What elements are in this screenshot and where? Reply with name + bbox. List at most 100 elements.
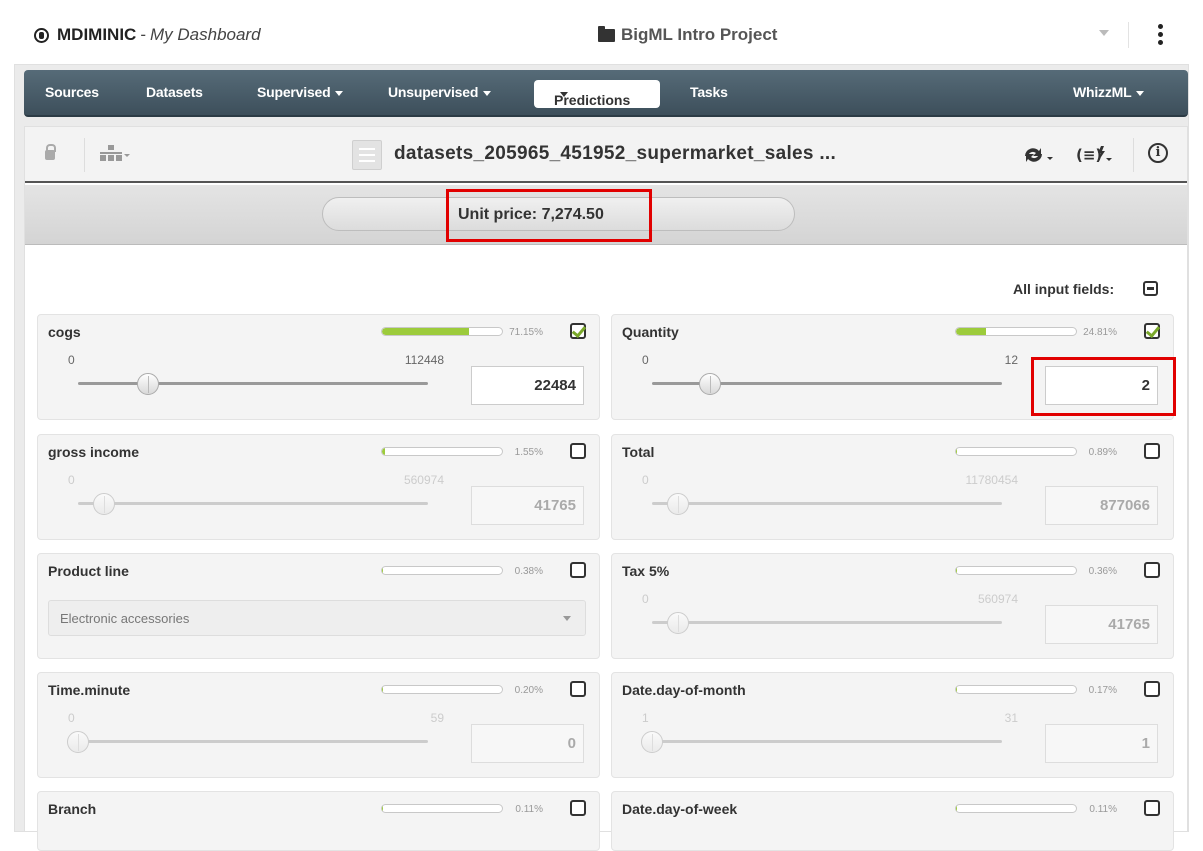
field-name: Time.minute <box>48 682 131 698</box>
importance-percent: 24.81% <box>1083 327 1117 338</box>
nav-datasets[interactable]: Datasets <box>146 84 203 100</box>
project-name: BigML Intro Project <box>621 25 778 44</box>
slider-min: 0 <box>642 592 649 606</box>
field-name: Product line <box>48 563 129 579</box>
field-value-input[interactable]: 877066 <box>1045 486 1158 525</box>
importance-bar <box>381 566 503 575</box>
field-card-product-line: Product line 0.38% Electronic accessories <box>37 553 600 659</box>
slider-track[interactable] <box>652 740 1002 743</box>
slider-min: 1 <box>642 711 649 725</box>
refresh-icon[interactable] <box>1022 144 1056 171</box>
field-value-input[interactable]: 0 <box>471 724 584 763</box>
chevron-down-icon <box>1136 90 1145 96</box>
slider-handle[interactable] <box>67 731 89 753</box>
field-name: Total <box>622 444 655 460</box>
collapse-all-fields-icon[interactable] <box>1143 281 1158 296</box>
slider-track[interactable] <box>78 740 428 743</box>
importance-percent: 0.17% <box>1088 685 1117 696</box>
field-value-input[interactable]: 41765 <box>471 486 584 525</box>
importance-percent: 0.11% <box>515 804 543 815</box>
field-card-gross-income: gross income 1.55% 0 560974 41765 <box>37 434 600 540</box>
nav-tasks[interactable]: Tasks <box>690 84 728 100</box>
user-icon <box>34 27 49 43</box>
divider <box>1133 138 1134 172</box>
importance-percent: 71.15% <box>509 327 543 338</box>
dataset-icon <box>352 140 382 170</box>
dataset-title[interactable]: datasets_205965_451952_supermarket_sales… <box>394 143 836 165</box>
field-card-tax-5: Tax 5% 0.36% 0 560974 41765 <box>611 553 1174 659</box>
slider-min: 0 <box>68 353 75 367</box>
field-card-date-day-of-week: Date.day-of-week 0.11% <box>611 791 1174 851</box>
slider-handle[interactable] <box>666 493 689 515</box>
field-value-input[interactable]: 41765 <box>1045 605 1158 644</box>
importance-percent: 0.89% <box>1088 447 1117 458</box>
slider-min: 0 <box>642 353 649 367</box>
nav-whizzml[interactable]: WhizzML <box>1073 84 1145 100</box>
folder-icon <box>598 25 615 42</box>
field-checkbox[interactable] <box>570 800 586 816</box>
importance-bar <box>381 685 503 694</box>
more-menu-icon[interactable] <box>1158 24 1164 46</box>
project-selector[interactable]: BigML Intro Project <box>598 25 777 45</box>
importance-percent: 1.55% <box>514 447 543 458</box>
lock-icon[interactable] <box>45 144 56 160</box>
chevron-down-icon <box>483 90 492 96</box>
select-value: Electronic accessories <box>60 611 190 626</box>
project-dropdown-icon[interactable] <box>1099 30 1109 36</box>
field-checkbox[interactable] <box>1144 443 1160 459</box>
nav-supervised[interactable]: Supervised <box>257 84 344 100</box>
field-checkbox[interactable] <box>570 562 586 578</box>
field-checkbox[interactable] <box>1144 681 1160 697</box>
slider-track[interactable] <box>652 621 1002 624</box>
nav-whizzml-label: WhizzML <box>1073 84 1132 100</box>
field-card-date-day-of-month: Date.day-of-month 0.17% 1 31 1 <box>611 672 1174 778</box>
field-checkbox[interactable] <box>570 443 586 459</box>
field-checkbox[interactable] <box>570 323 586 339</box>
slider-max: 11780454 <box>965 473 1019 487</box>
slider-track[interactable] <box>652 502 1002 505</box>
batch-prediction-icon[interactable]: (≡) <box>1076 144 1112 171</box>
model-tree-icon[interactable] <box>100 145 130 163</box>
slider-track[interactable] <box>78 382 428 385</box>
importance-percent: 0.20% <box>514 685 543 696</box>
dashboard-link[interactable]: MDIMINIC - My Dashboard <box>34 25 261 45</box>
field-value-input[interactable]: 1 <box>1045 724 1158 763</box>
nav-unsupervised[interactable]: Unsupervised <box>388 84 492 100</box>
field-card-branch: Branch 0.11% <box>37 791 600 851</box>
slider-min: 0 <box>642 473 649 487</box>
field-select[interactable]: Electronic accessories <box>48 600 586 636</box>
nav-sources[interactable]: Sources <box>45 84 99 100</box>
nav-predictions[interactable]: Predictions <box>534 80 660 108</box>
chevron-down-icon <box>335 90 344 96</box>
field-name: Quantity <box>622 324 679 340</box>
field-checkbox[interactable] <box>1144 800 1160 816</box>
slider-handle[interactable] <box>699 373 722 395</box>
field-name: Branch <box>48 801 97 817</box>
slider-handle[interactable] <box>641 731 663 753</box>
slider-handle[interactable] <box>92 493 115 515</box>
importance-bar <box>381 327 503 336</box>
importance-percent: 0.38% <box>514 566 543 577</box>
importance-bar <box>955 566 1077 575</box>
field-name: Date.day-of-month <box>622 682 746 698</box>
info-icon[interactable]: i <box>1148 143 1168 163</box>
slider-max: 560974 <box>403 473 444 487</box>
svg-text:(≡): (≡) <box>1076 146 1102 164</box>
highlight-prediction <box>446 189 652 242</box>
slider-track[interactable] <box>78 502 428 505</box>
slider-handle[interactable] <box>666 612 689 634</box>
field-name: Tax 5% <box>622 563 670 579</box>
username: MDIMINIC <box>57 25 137 44</box>
importance-percent: 0.36% <box>1088 566 1117 577</box>
field-checkbox[interactable] <box>1144 562 1160 578</box>
slider-max: 59 <box>430 711 444 725</box>
slider-handle[interactable] <box>137 373 159 395</box>
field-checkbox[interactable] <box>1144 323 1160 339</box>
field-checkbox[interactable] <box>570 681 586 697</box>
field-value-input[interactable]: 22484 <box>471 366 584 405</box>
nav-unsupervised-label: Unsupervised <box>388 84 479 100</box>
field-card-total: Total 0.89% 0 11780454 877066 <box>611 434 1174 540</box>
importance-bar <box>955 804 1077 813</box>
slider-min: 0 <box>68 473 75 487</box>
dashboard-label: My Dashboard <box>150 25 261 44</box>
